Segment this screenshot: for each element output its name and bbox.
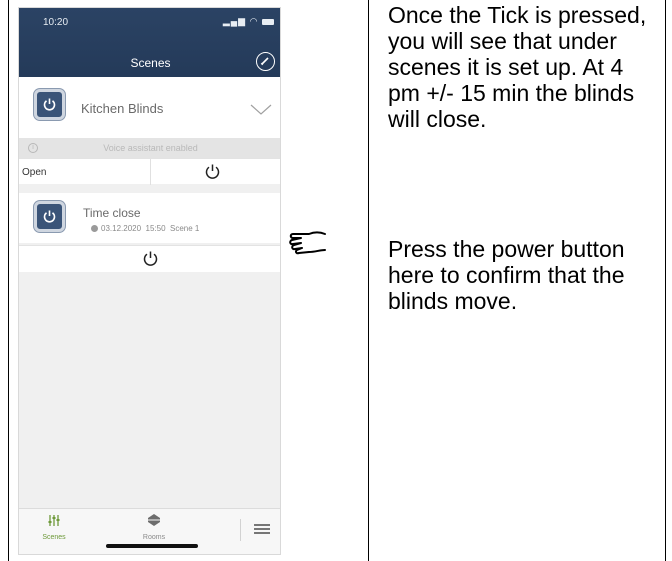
time-scene-card[interactable]: Time close bbox=[19, 193, 280, 243]
status-icons: ▂▄▆ ◠ bbox=[223, 16, 274, 27]
rooms-tab-icon bbox=[148, 514, 160, 526]
divider bbox=[150, 159, 151, 185]
scene-name: Kitchen Blinds bbox=[81, 101, 164, 116]
time-scene-meta: 03.12.2020 15:50 Scene 1 bbox=[91, 224, 199, 233]
divider bbox=[240, 519, 241, 541]
battery-icon bbox=[262, 18, 274, 25]
voice-assistant-bar: i Voice assistant enabled bbox=[19, 138, 280, 158]
clock-icon bbox=[91, 225, 98, 232]
time-scene-action-row bbox=[19, 245, 280, 272]
instruction-text-2: Press the power button here to confirm t… bbox=[388, 236, 625, 314]
voice-assistant-text: Voice assistant enabled bbox=[103, 143, 198, 153]
scene-action-row: Open bbox=[19, 158, 280, 185]
signal-icon: ▂▄▆ bbox=[222, 16, 247, 26]
wifi-icon: ◠ bbox=[249, 16, 259, 26]
instruction-text-1: Once the Tick is pressed, you will see t… bbox=[388, 2, 647, 132]
edit-icon bbox=[260, 57, 269, 66]
tab-rooms-label: Rooms bbox=[142, 534, 166, 541]
scenes-tab-icon bbox=[48, 515, 60, 526]
power-icon[interactable] bbox=[204, 163, 221, 180]
open-label: Open bbox=[22, 167, 47, 178]
phone-screenshot: 10:20 ▂▄▆ ◠ Scenes Kitchen Blinds i Voic… bbox=[18, 7, 281, 555]
table-divider bbox=[368, 0, 369, 561]
pointing-hand-icon bbox=[289, 231, 326, 255]
chevron-down-icon[interactable] bbox=[250, 104, 272, 116]
menu-icon[interactable] bbox=[254, 523, 270, 535]
tab-scenes[interactable]: Scenes bbox=[29, 513, 79, 541]
power-icon bbox=[43, 210, 56, 223]
scene-date: 03.12.2020 bbox=[101, 224, 142, 233]
scene-card[interactable]: Kitchen Blinds bbox=[19, 77, 280, 138]
time-scene-name: Time close bbox=[83, 206, 141, 220]
power-icon[interactable] bbox=[142, 250, 159, 267]
status-time: 10:20 bbox=[43, 17, 69, 28]
scene-icon bbox=[34, 89, 65, 120]
scene-icon bbox=[34, 201, 65, 232]
home-indicator bbox=[106, 544, 198, 548]
scene-time: 15:50 bbox=[145, 224, 166, 233]
power-icon bbox=[43, 98, 56, 111]
page-title: Scenes bbox=[130, 56, 171, 70]
app-header: 10:20 ▂▄▆ ◠ Scenes bbox=[19, 8, 280, 77]
edit-button[interactable] bbox=[256, 52, 275, 71]
scene-number: Scene 1 bbox=[169, 224, 200, 233]
tab-rooms[interactable]: Rooms bbox=[129, 513, 179, 541]
tab-scenes-label: Scenes bbox=[42, 534, 66, 541]
